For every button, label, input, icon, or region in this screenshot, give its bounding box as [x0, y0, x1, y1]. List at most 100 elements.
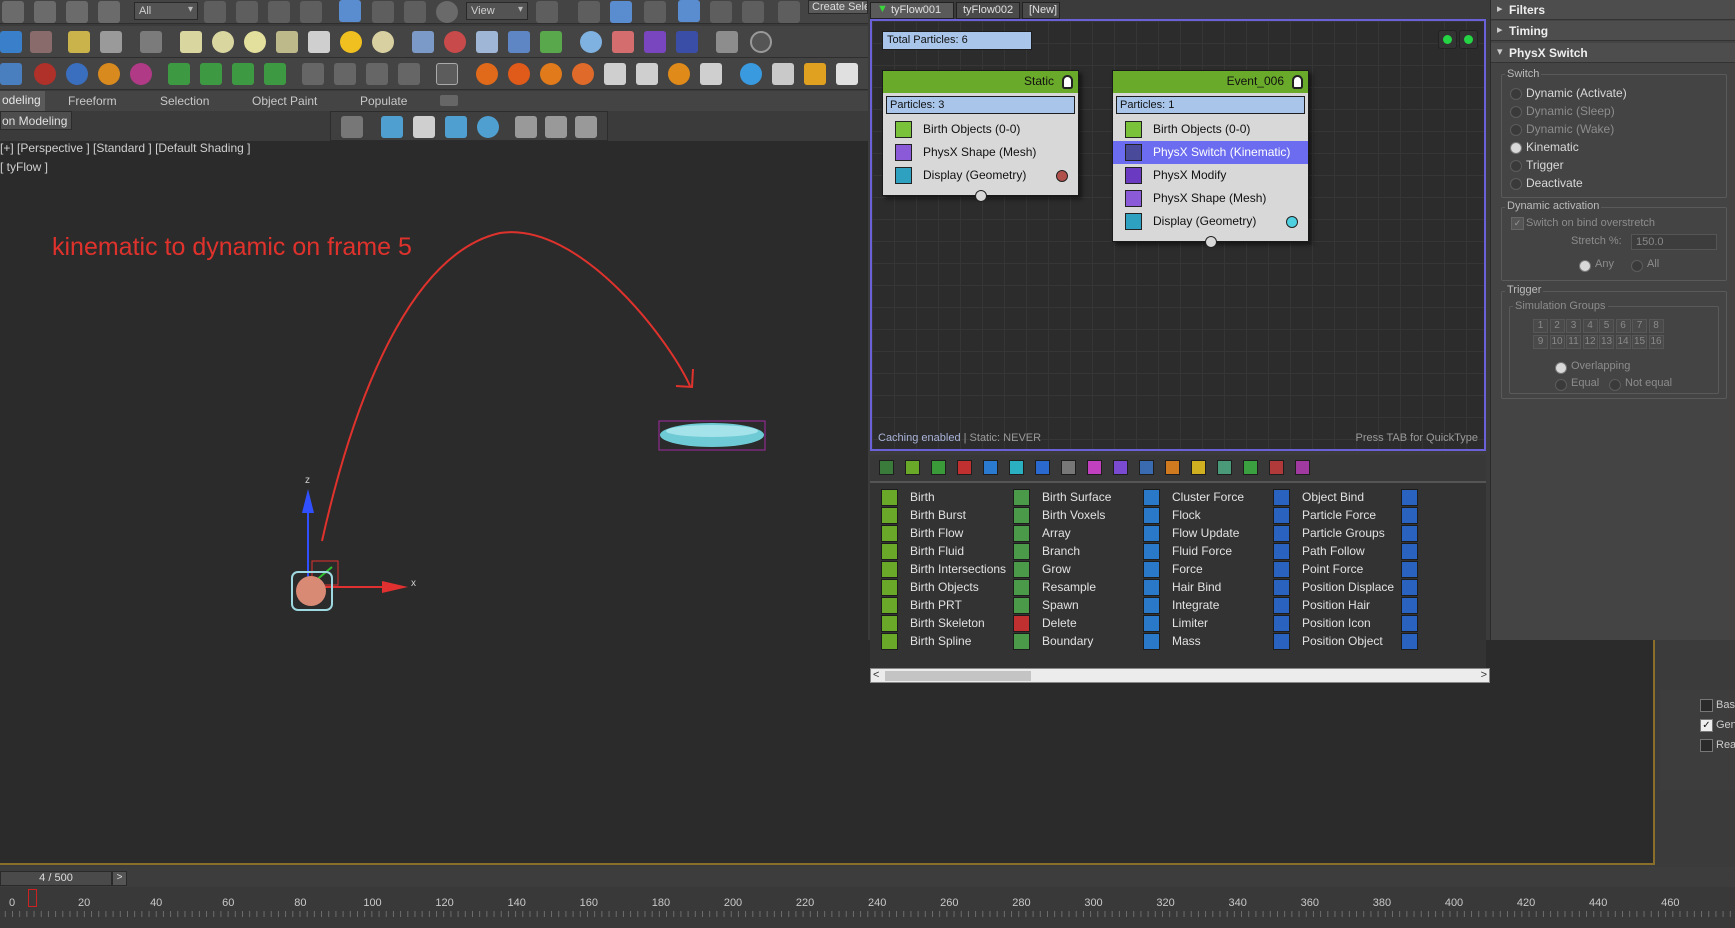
ribbon-options-icon[interactable] [440, 95, 458, 106]
palette-item-partial[interactable] [1390, 487, 1430, 507]
select-manipulate-icon[interactable] [578, 1, 600, 23]
palette-item[interactable]: Branch [1002, 541, 1080, 561]
simulation-group-button[interactable]: 15 [1632, 335, 1647, 349]
simulation-group-button[interactable]: 12 [1582, 335, 1598, 349]
palette-item[interactable]: Position Hair [1262, 595, 1370, 615]
palette-item[interactable]: Birth Voxels [1002, 505, 1105, 525]
paint-bucket-icon[interactable] [381, 116, 403, 138]
event-header[interactable]: Static [883, 71, 1078, 93]
cube-icon[interactable] [0, 63, 22, 85]
palette-item[interactable]: Birth Skeleton [870, 613, 985, 633]
palette-item[interactable]: Limiter [1132, 613, 1208, 633]
flame-3-icon[interactable] [540, 63, 562, 85]
palette-item[interactable]: Grow [1002, 559, 1071, 579]
palette-item[interactable]: Flow Update [1132, 523, 1239, 543]
category-mesh-icon[interactable] [1139, 460, 1154, 475]
link-chain-icon[interactable] [34, 1, 56, 23]
render-frame-icon[interactable] [30, 31, 52, 53]
spinner-snap-icon[interactable] [742, 1, 764, 23]
move-icon[interactable] [339, 0, 361, 22]
tab-freeform[interactable]: Freeform [68, 94, 117, 108]
radio-equal[interactable]: Equal [1555, 377, 1599, 391]
smoke-3-icon[interactable] [700, 63, 722, 85]
event-006[interactable]: Event_006 Particles: 1 Birth Objects (0-… [1112, 70, 1309, 248]
palette-item[interactable]: Flock [1132, 505, 1201, 525]
light-bulb-icon[interactable] [68, 31, 90, 53]
smoke-2-icon[interactable] [636, 63, 658, 85]
category-physx-icon[interactable] [1113, 460, 1128, 475]
select-by-name-icon[interactable] [236, 1, 258, 23]
create-selection-set-field[interactable]: Create Selection Se [808, 0, 868, 14]
display-color-swatch[interactable] [1286, 216, 1298, 228]
operator-birth-objects[interactable]: Birth Objects (0-0) [883, 118, 1078, 141]
orange-swirl-icon[interactable] [98, 63, 120, 85]
edit-named-selection-icon[interactable] [778, 1, 800, 23]
list-icon[interactable] [436, 63, 458, 85]
pill-icon[interactable] [444, 31, 466, 53]
cup-icon[interactable] [836, 63, 858, 85]
target-icon[interactable] [477, 116, 499, 138]
event-header[interactable]: Event_006 [1113, 71, 1308, 93]
palette-item[interactable]: Point Force [1262, 559, 1363, 579]
palette-item[interactable]: Boundary [1002, 631, 1093, 651]
event-output-socket[interactable] [974, 190, 987, 202]
palette-item[interactable]: Particle Groups [1262, 523, 1385, 543]
palette-item[interactable]: Birth Fluid [870, 541, 964, 561]
material-palette-icon[interactable] [612, 31, 634, 53]
tab-modeling[interactable]: odeling [0, 91, 45, 111]
simulation-group-button[interactable]: 11 [1566, 335, 1581, 349]
cone-icon[interactable] [308, 31, 330, 53]
category-spawn-icon[interactable] [931, 460, 946, 475]
plant-icon[interactable] [540, 31, 562, 53]
radio-any[interactable]: Any [1579, 258, 1614, 272]
category-magenta-icon[interactable] [1295, 460, 1310, 475]
tab-selection[interactable]: Selection [160, 94, 209, 108]
light-bulb-icon[interactable] [1062, 75, 1073, 89]
operator-physx-shape[interactable]: PhysX Shape (Mesh) [1113, 187, 1308, 210]
category-arrow-icon[interactable] [1243, 460, 1258, 475]
palette-item-partial[interactable] [1390, 559, 1430, 579]
light-bulb-icon[interactable] [1292, 75, 1303, 89]
select-object-icon[interactable] [204, 1, 226, 23]
palette-item[interactable]: Mass [1132, 631, 1201, 651]
camera-group-icon[interactable] [100, 31, 122, 53]
flame-1-icon[interactable] [476, 63, 498, 85]
stretch-spinner[interactable]: 150.0 [1631, 234, 1717, 250]
reference-coord-dropdown[interactable]: View [466, 2, 528, 20]
play-icon[interactable] [302, 63, 324, 85]
tab-new[interactable]: [New] [1022, 2, 1060, 19]
placement-icon[interactable] [436, 1, 458, 23]
help-icon[interactable] [750, 31, 772, 53]
rollout-filters[interactable]: Filters [1491, 0, 1735, 20]
palette-item[interactable]: Birth Spline [870, 631, 971, 651]
pivot-center-icon[interactable] [536, 1, 558, 23]
palette-scrollbar[interactable]: < > [870, 668, 1490, 683]
percent-snap-icon[interactable] [710, 1, 732, 23]
category-position-icon[interactable] [1009, 460, 1024, 475]
simulation-group-button[interactable]: 6 [1615, 319, 1631, 333]
palette-item[interactable]: Birth Objects [870, 577, 979, 597]
base-checkbox[interactable]: Base [1700, 699, 1735, 712]
hemisphere-icon[interactable] [212, 31, 234, 53]
keyboard-shortcut-icon[interactable] [610, 1, 632, 23]
simulation-group-button[interactable]: 13 [1599, 335, 1614, 349]
palette-item[interactable]: Object Bind [1262, 487, 1364, 507]
checker-icon[interactable] [412, 31, 434, 53]
render-setup-icon[interactable] [676, 31, 698, 53]
sphere-blue-icon[interactable] [580, 31, 602, 53]
palette-item[interactable]: Cluster Force [1132, 487, 1244, 507]
radio-overlapping[interactable]: Overlapping [1555, 360, 1630, 374]
palette-item[interactable]: Spawn [1002, 595, 1079, 615]
teapot-icon[interactable] [276, 31, 298, 53]
prev-key-icon[interactable] [515, 116, 537, 138]
operator-physx-shape[interactable]: PhysX Shape (Mesh) [883, 141, 1078, 164]
category-tests-icon[interactable] [1061, 460, 1076, 475]
rollout-physx-switch[interactable]: PhysX Switch [1491, 43, 1735, 63]
operator-birth-objects[interactable]: Birth Objects (0-0) [1113, 118, 1308, 141]
category-red-icon[interactable] [1269, 460, 1284, 475]
operator-physx-modify[interactable]: PhysX Modify [1113, 164, 1308, 187]
scroll-right-icon[interactable]: > [1481, 669, 1487, 681]
palette-item[interactable]: Fluid Force [1132, 541, 1232, 561]
palette-item-partial[interactable] [1390, 505, 1430, 525]
pause-icon[interactable] [334, 63, 356, 85]
